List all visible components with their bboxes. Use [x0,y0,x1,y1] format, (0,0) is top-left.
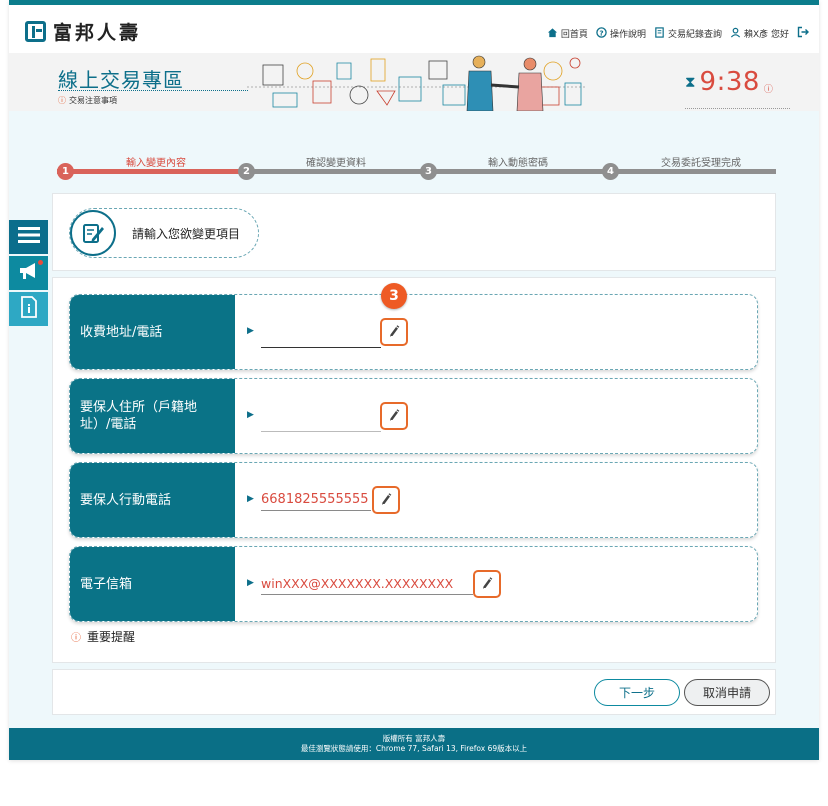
info-document-button[interactable] [9,292,48,326]
prompt-pill: 請輸入您欲變更項目 [69,208,259,258]
edit-document-icon [70,210,116,256]
user-icon [730,27,741,41]
info-document-icon [20,296,38,322]
nav-user-label: 賴X彥 您好 [743,30,789,40]
step-4-label: 交易委託受理完成 [661,158,741,169]
row-label: 要保人住所（戶籍地址）/電話 [70,379,235,453]
app-frame: 富邦人壽 回首頁 ? 操作說明 交易紀錄查詢 賴X彥 您好 線上交易專區 ⓘ 交… [9,0,819,760]
prompt-text: 請輸入您欲變更項目 [132,226,241,241]
arrow-right-icon: ▶ [247,326,254,336]
email-value: winXXX@XXXXXXX.XXXXXXXX [261,573,473,595]
action-bar: 下一步 取消申請 [52,669,776,715]
row-label: 電子信箱 [70,547,235,621]
help-icon: ? [596,26,607,41]
next-button[interactable]: 下一步 [594,679,680,706]
policyholder-address-edit-button[interactable] [380,402,408,430]
notification-dot [38,260,43,265]
policyholder-address-value [261,410,381,432]
step-2-label: 確認變更資料 [306,158,366,169]
arrow-right-icon: ▶ [247,578,254,588]
row-label: 收費地址/電話 [70,295,235,369]
progress-steps: 輸入變更內容 確認變更資料 輸入動態密碼 交易委託受理完成 1 2 3 4 [49,150,776,180]
pencil-icon [388,323,400,342]
policyholder-address-row: 要保人住所（戶籍地址）/電話 ▶ [69,378,758,454]
timer-info-icon[interactable]: ⓘ [764,82,773,95]
top-nav: 回首頁 ? 操作說明 交易紀錄查詢 賴X彥 您好 [547,26,809,41]
transaction-notice-link[interactable]: ⓘ 交易注意事項 [58,95,117,106]
step-1-label: 輸入變更內容 [126,158,186,169]
step-bar-inactive [241,169,776,174]
important-notice-label: 重要提醒 [87,630,136,644]
important-notice-link[interactable]: ⓘ 重要提醒 [71,628,135,645]
timer-divider [685,108,790,109]
row-label: 要保人行動電話 [70,463,235,537]
step-bar-active [57,169,241,174]
billing-address-row: 收費地址/電話 ▶ [69,294,758,370]
pencil-icon [388,407,400,426]
nav-home[interactable]: 回首頁 [547,27,588,41]
step-2-number: 2 [238,163,255,180]
info-circle-icon: ⓘ [71,633,81,644]
email-edit-button[interactable] [473,570,501,598]
logout-icon [797,26,809,41]
arrow-right-icon: ▶ [247,410,254,420]
transaction-notice-label: 交易注意事項 [69,96,117,105]
home-icon [547,27,558,41]
banner: 線上交易專區 ⓘ 交易注意事項 ⧗ 9:38 ⓘ [9,53,819,111]
email-row: 電子信箱 ▶ winXXX@XXXXXXX.XXXXXXXX [69,546,758,622]
header: 富邦人壽 回首頁 ? 操作說明 交易紀錄查詢 賴X彥 您好 [9,5,819,53]
side-toolbar [9,220,48,328]
step-3-number: 3 [420,163,437,180]
prompt-card: 請輸入您欲變更項目 [52,193,776,271]
change-form-card: 3 收費地址/電話 ▶ 要保人住所（戶籍地址）/電話 ▶ 要保人行動電話 ▶ 6… [52,277,776,663]
logo[interactable]: 富邦人壽 [25,18,141,45]
footer: 版權所有 富邦人壽 最佳瀏覽狀態請使用：Chrome 77, Safari 13… [9,728,819,760]
nav-records-label: 交易紀錄查詢 [667,30,722,40]
step-1-number: 1 [57,163,74,180]
session-timer: ⧗ 9:38 ⓘ [685,67,773,97]
logo-text: 富邦人壽 [53,22,142,44]
nav-user[interactable]: 賴X彥 您好 [730,27,789,41]
info-circle-icon: ⓘ [58,96,66,105]
mobile-phone-edit-button[interactable] [372,486,400,514]
nav-home-label: 回首頁 [560,30,588,40]
mobile-phone-row: 要保人行動電話 ▶ 6681825555555 [69,462,758,538]
browser-support-text: 最佳瀏覽狀態請使用：Chrome 77, Safari 13, Firefox … [300,744,528,753]
billing-address-value [261,326,381,348]
hourglass-icon: ⧗ [685,73,696,91]
mobile-phone-value: 6681825555555 [261,489,371,511]
arrow-right-icon: ▶ [247,494,254,504]
svg-text:?: ? [599,28,603,37]
menu-button[interactable] [9,220,48,254]
step-3-label: 輸入動態密碼 [488,158,548,169]
step-hint-badge: 3 [381,283,407,309]
title-divider [58,90,248,91]
nav-help-label: 操作說明 [609,30,646,40]
pencil-icon [481,575,493,594]
fubon-logo-icon [25,21,46,42]
nav-help[interactable]: ? 操作說明 [596,26,646,41]
hamburger-menu-icon [17,225,41,249]
billing-address-edit-button[interactable] [380,318,408,346]
timer-value: 9:38 [699,67,760,97]
megaphone-icon [18,261,40,285]
record-icon [654,26,665,41]
page-title: 線上交易專區 [58,68,184,92]
banner-illustration [247,55,587,111]
step-4-number: 4 [602,163,619,180]
cancel-button[interactable]: 取消申請 [684,679,770,706]
announcement-button[interactable] [9,256,48,290]
nav-records[interactable]: 交易紀錄查詢 [654,26,722,41]
pencil-icon [380,491,392,510]
logout-button[interactable] [797,26,809,41]
copyright-text: 版權所有 富邦人壽 [382,734,446,743]
